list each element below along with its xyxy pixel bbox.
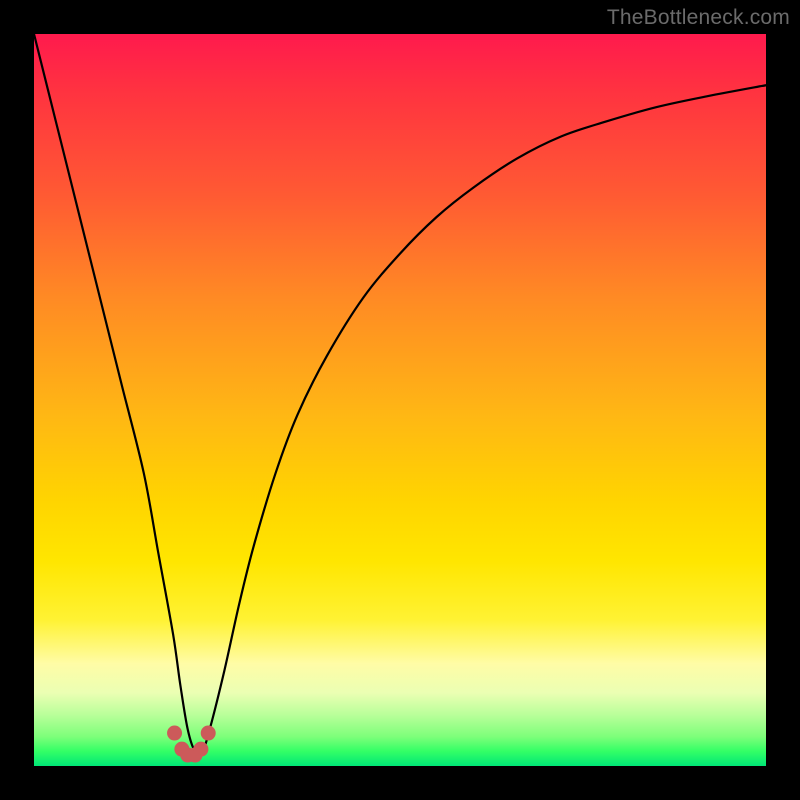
plot-area: [34, 34, 766, 766]
marker-dot: [167, 726, 182, 741]
bottleneck-curve: [34, 34, 766, 754]
marker-dot: [193, 742, 208, 757]
chart-frame: TheBottleneck.com: [0, 0, 800, 800]
marker-dot: [201, 726, 216, 741]
curve-svg: [34, 34, 766, 766]
watermark-text: TheBottleneck.com: [607, 6, 790, 30]
